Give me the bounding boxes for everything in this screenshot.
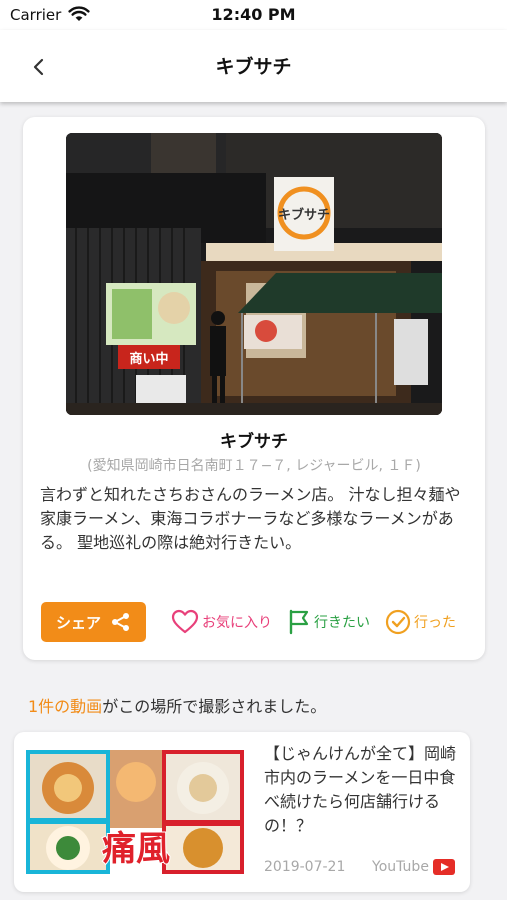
place-card: 商い中 キブサチ キブサチ (愛知県岡崎市日名南町１７−７, レジャービル, １… [23,117,485,660]
favorite-label: お気に入り [202,615,272,631]
share-icon [112,613,129,631]
been-button[interactable]: 行った [385,607,456,637]
video-source-label: YouTube [372,859,429,875]
favorite-button[interactable]: お気に入り [171,607,272,637]
place-description: 言わずと知れたさちおさんのラーメン店。 汁なし担々麺や家康ラーメン、東海コラボナ… [40,485,461,552]
video-date: 2019-07-21 [264,859,346,875]
video-title[interactable]: 【じゃんけんが全て】岡崎市内のラーメンを一日中食べ続けたら何店舗行けるの！？ [264,742,464,838]
photo-sign-text: キブサチ [278,207,330,223]
place-photo: 商い中 キブサチ [66,133,442,415]
chevron-left-icon [33,58,44,76]
heart-icon [171,609,199,634]
video-count-text: 1件の動画がこの場所で撮影されました。 [28,693,326,717]
want-to-go-button[interactable]: 行きたい [287,607,370,637]
flag-icon [289,609,309,635]
been-label: 行った [414,615,456,631]
thumbnail-caption: 痛風 [102,829,170,869]
youtube-icon [432,859,455,875]
want-to-go-label: 行きたい [314,615,370,631]
back-button[interactable] [22,50,56,84]
place-address: (愛知県岡崎市日名南町１７−７, レジャービル, １Ｆ) [87,458,421,474]
share-button-label: シェア [55,613,101,632]
share-button[interactable]: シェア [41,602,146,642]
photo-banner-text: 商い中 [129,351,168,367]
check-circle-icon [385,609,411,635]
video-thumbnail[interactable]: 痛風 [26,750,244,874]
video-count-suffix: がこの場所で撮影されました。 [102,697,327,716]
status-bar: Carrier 12:40 PM [0,0,507,30]
video-count-link[interactable]: 1件の動画 [28,697,102,716]
video-source: YouTube [372,859,455,875]
navigation-bar: キブサチ [0,30,507,102]
status-time: 12:40 PM [211,5,296,24]
place-name: キブサチ [220,432,288,452]
page-title: キブサチ [215,56,292,78]
video-card[interactable]: 痛風 【じゃんけんが全て】岡崎市内のラーメンを一日中食べ続けたら何店舗行けるの！… [14,732,470,892]
